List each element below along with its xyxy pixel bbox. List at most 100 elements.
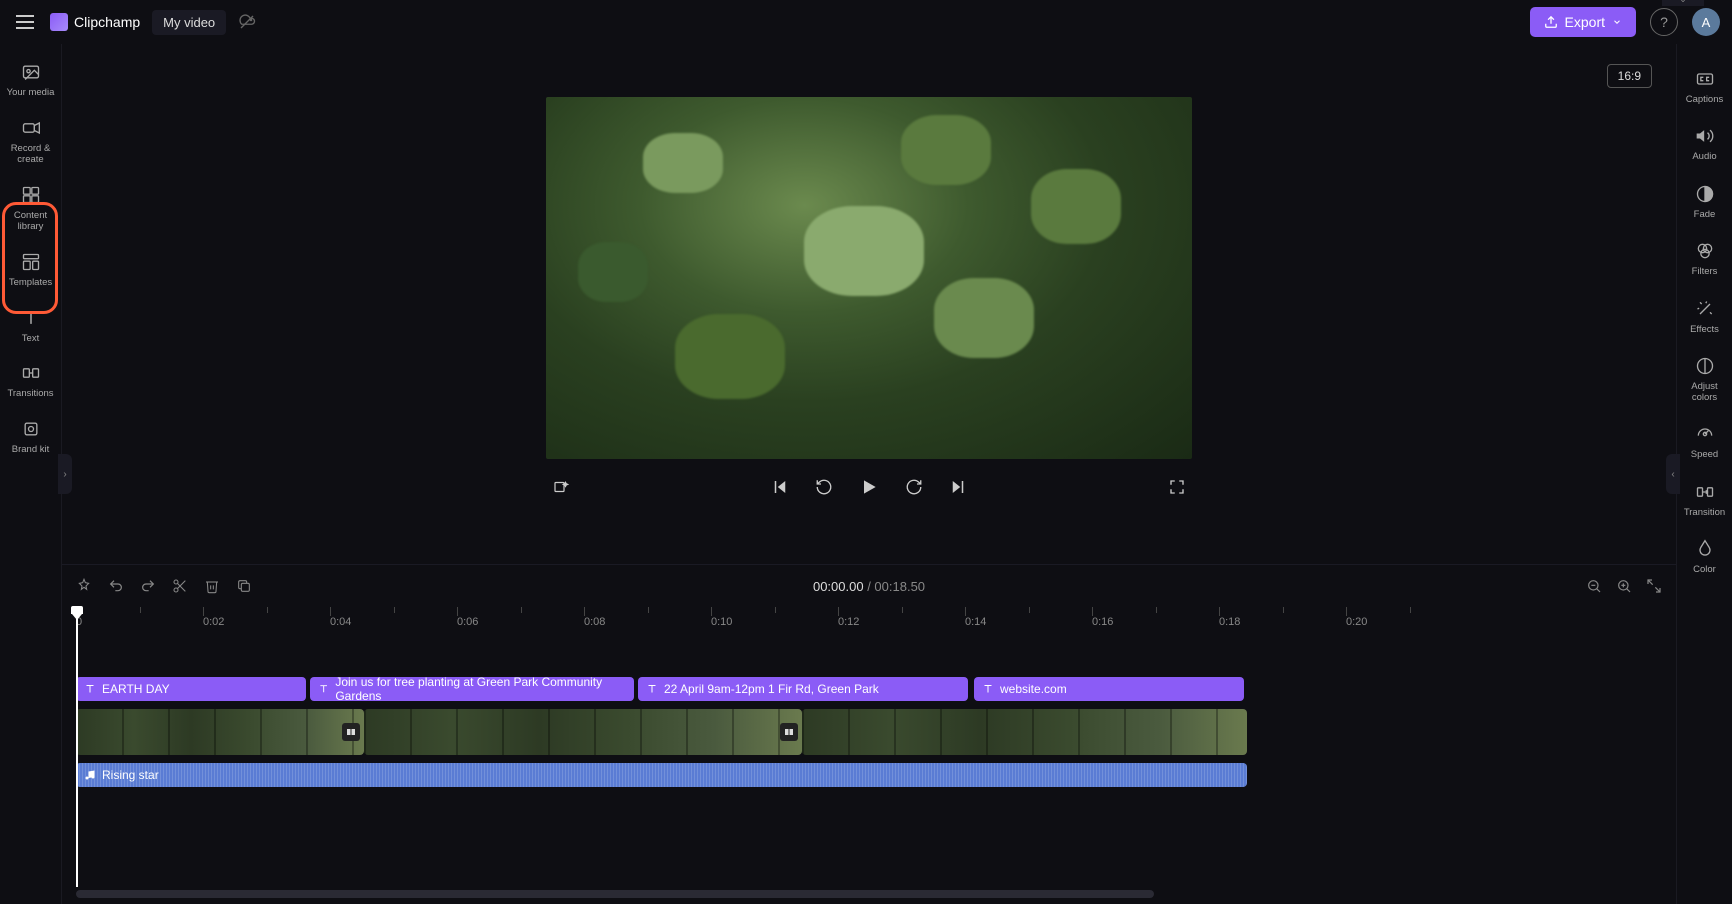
rsb-speed[interactable]: Speed xyxy=(1677,413,1732,470)
rsb-color[interactable]: Color xyxy=(1677,528,1732,585)
center-panel: 16:9 xyxy=(62,44,1676,904)
sidebar-record-create[interactable]: Record & create xyxy=(0,108,61,175)
preview-area: 16:9 xyxy=(62,44,1676,564)
timeline-scrollbar[interactable] xyxy=(76,890,1662,898)
timeline-collapse-handle[interactable]: ⌄ xyxy=(1662,0,1704,6)
rsb-captions[interactable]: Captions xyxy=(1677,58,1732,115)
timeline-toolbar: 00:00.00 / 00:18.50 xyxy=(62,565,1676,607)
video-clip[interactable] xyxy=(76,709,364,755)
redo-button[interactable] xyxy=(140,578,156,594)
filters-icon xyxy=(1694,240,1716,262)
skip-back-button[interactable] xyxy=(771,478,789,496)
right-sidebar-collapse-handle[interactable]: ‹ xyxy=(1666,454,1680,494)
camera-icon xyxy=(20,117,42,139)
speed-icon xyxy=(1694,423,1716,445)
text-icon xyxy=(20,307,42,329)
brand-kit-icon xyxy=(20,418,42,440)
text-clip[interactable]: Join us for tree planting at Green Park … xyxy=(310,677,634,701)
timeline-tracks: EARTH DAYJoin us for tree planting at Gr… xyxy=(76,633,1676,886)
templates-icon xyxy=(20,251,42,273)
transition-icon xyxy=(1694,481,1716,503)
video-clip[interactable] xyxy=(364,709,802,755)
text-icon xyxy=(84,683,96,695)
adjust-icon xyxy=(1694,355,1716,377)
captions-icon xyxy=(1694,68,1716,90)
rsb-effects[interactable]: Effects xyxy=(1677,288,1732,345)
text-icon xyxy=(646,683,658,695)
zoom-fit-button[interactable] xyxy=(1646,578,1662,594)
text-icon xyxy=(318,683,329,695)
ruler-label: 0:14 xyxy=(965,616,986,628)
transitions-icon xyxy=(20,362,42,384)
top-bar: Clipchamp My video Export ? A xyxy=(0,0,1732,44)
clipchamp-logo-icon xyxy=(50,13,68,31)
ruler-label: 0:20 xyxy=(1346,616,1367,628)
text-icon xyxy=(982,683,994,695)
rsb-adjust-colors[interactable]: Adjust colors xyxy=(1677,345,1732,413)
left-sidebar: Your media Record & create Content libra… xyxy=(0,44,62,904)
export-button[interactable]: Export xyxy=(1530,7,1636,37)
rsb-filters[interactable]: Filters xyxy=(1677,230,1732,287)
auto-enhance-button[interactable] xyxy=(552,478,570,496)
playback-time: 00:00.00 / 00:18.50 xyxy=(813,579,925,594)
app-logo[interactable]: Clipchamp xyxy=(50,13,140,31)
upload-icon xyxy=(1544,15,1558,29)
ruler-label: 0:02 xyxy=(203,616,224,628)
chevron-down-icon xyxy=(1612,17,1622,27)
sidebar-your-media[interactable]: Your media xyxy=(0,52,61,108)
auto-compose-button[interactable] xyxy=(76,578,92,594)
rsb-fade[interactable]: Fade xyxy=(1677,173,1732,230)
aspect-ratio-button[interactable]: 16:9 xyxy=(1607,64,1652,88)
menu-button[interactable] xyxy=(12,11,38,33)
playback-controls xyxy=(546,459,1192,511)
project-title[interactable]: My video xyxy=(152,10,226,35)
split-button[interactable] xyxy=(172,578,188,594)
text-clip[interactable]: 22 April 9am-12pm 1 Fir Rd, Green Park xyxy=(638,677,968,701)
video-clip[interactable] xyxy=(802,709,1247,755)
play-button[interactable] xyxy=(859,477,879,497)
sidebar-templates[interactable]: Templates xyxy=(0,242,61,298)
skip-forward-button[interactable] xyxy=(949,478,967,496)
color-icon xyxy=(1694,538,1716,560)
music-icon xyxy=(84,769,96,781)
text-clip[interactable]: EARTH DAY xyxy=(76,677,306,701)
transition-marker[interactable] xyxy=(780,723,798,741)
ruler-label: 0:12 xyxy=(838,616,859,628)
playhead[interactable] xyxy=(76,607,78,887)
ruler-label: 0:16 xyxy=(1092,616,1113,628)
video-preview[interactable] xyxy=(546,97,1192,459)
transition-marker[interactable] xyxy=(342,723,360,741)
user-avatar[interactable]: A xyxy=(1692,8,1720,36)
rsb-audio[interactable]: Audio xyxy=(1677,115,1732,172)
sidebar-brand-kit[interactable]: Brand kit xyxy=(0,409,61,465)
forward-button[interactable] xyxy=(905,478,923,496)
sidebar-content-library[interactable]: Content library xyxy=(0,175,61,242)
undo-button[interactable] xyxy=(108,578,124,594)
help-button[interactable]: ? xyxy=(1650,8,1678,36)
zoom-in-button[interactable] xyxy=(1616,578,1632,594)
text-clip[interactable]: website.com xyxy=(974,677,1244,701)
ruler-label: 0:10 xyxy=(711,616,732,628)
rewind-button[interactable] xyxy=(815,478,833,496)
duplicate-button[interactable] xyxy=(236,578,252,594)
audio-icon xyxy=(1694,125,1716,147)
fade-icon xyxy=(1694,183,1716,205)
rsb-transition[interactable]: Transition xyxy=(1677,471,1732,528)
ruler-label: 0:18 xyxy=(1219,616,1240,628)
audio-clip[interactable]: Rising star xyxy=(76,763,1247,787)
ruler-label: 0:04 xyxy=(330,616,351,628)
fullscreen-button[interactable] xyxy=(1168,478,1186,496)
timeline-ruler[interactable]: 00:020:040:060:080:100:120:140:160:180:2… xyxy=(76,607,1676,633)
timeline-panel: ⌄ 00:00.00 / 00:18.50 xyxy=(62,564,1676,904)
delete-button[interactable] xyxy=(204,578,220,594)
sidebar-text[interactable]: Text xyxy=(0,298,61,354)
ruler-label: 0:06 xyxy=(457,616,478,628)
app-name: Clipchamp xyxy=(74,14,140,30)
cloud-sync-icon[interactable] xyxy=(238,13,256,31)
media-icon xyxy=(20,61,42,83)
effects-icon xyxy=(1694,298,1716,320)
right-sidebar: Captions Audio Fade Filters Effects Adju… xyxy=(1676,44,1732,904)
sidebar-transitions[interactable]: Transitions xyxy=(0,353,61,409)
zoom-out-button[interactable] xyxy=(1586,578,1602,594)
ruler-label: 0:08 xyxy=(584,616,605,628)
